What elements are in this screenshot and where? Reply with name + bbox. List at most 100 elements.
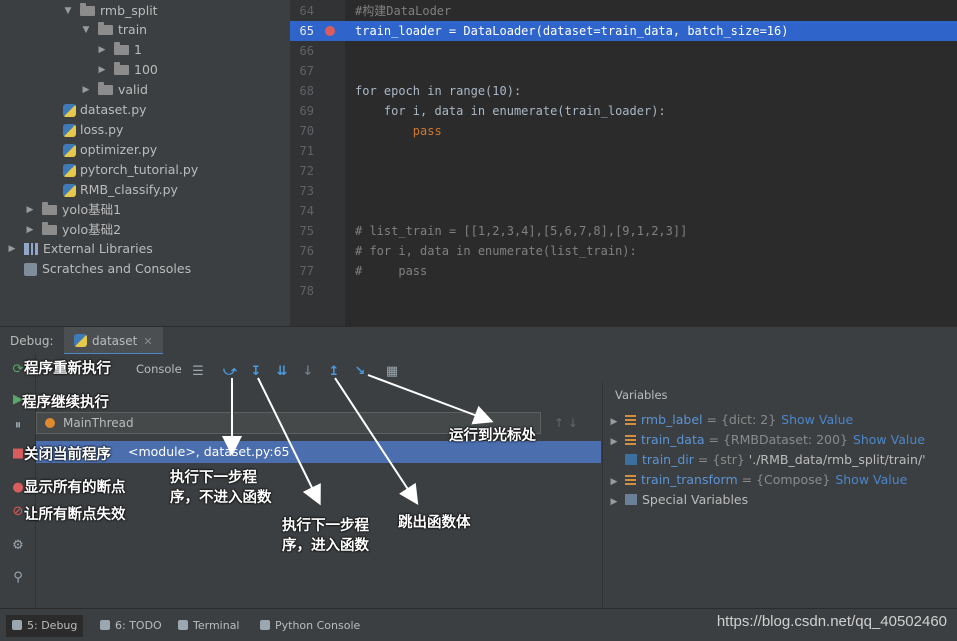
- chevron-right-icon[interactable]: ▶: [24, 220, 36, 240]
- tree-item-1[interactable]: ▶ 1: [96, 40, 142, 60]
- code-line[interactable]: 75 # list_train = [[1,2,3,4],[5,6,7,8],[…: [290, 221, 957, 241]
- tab-label: 6: TODO: [115, 619, 162, 632]
- tree-item-yolo1[interactable]: ▶ yolo基础1: [24, 200, 121, 220]
- tree-item-label: yolo基础1: [62, 202, 122, 217]
- tree-item-rmb-classify-py[interactable]: RMB_classify.py: [63, 180, 178, 200]
- chevron-right-icon[interactable]: ▶: [603, 492, 625, 512]
- tree-item-100[interactable]: ▶ 100: [96, 60, 158, 80]
- python-icon: [74, 334, 87, 347]
- line-number: 65: [299, 24, 314, 38]
- variable-value: = {RMBDataset: 200}: [708, 432, 848, 447]
- tab-terminal[interactable]: Terminal: [172, 615, 246, 637]
- code-line[interactable]: 69 for i, data in enumerate(train_loader…: [290, 101, 957, 121]
- settings-icon[interactable]: ⚙: [10, 538, 26, 554]
- tree-item-train[interactable]: ▼ train: [80, 20, 147, 40]
- tab-todo[interactable]: 6: TODO: [94, 615, 168, 637]
- variable-row[interactable]: train_dir = {str} './RMB_data/rmb_split/…: [603, 450, 926, 470]
- tab-debug[interactable]: 5: Debug: [6, 615, 84, 637]
- frame-navigation[interactable]: ↑ ↓: [554, 416, 578, 430]
- step-over-icon[interactable]: ↧: [248, 364, 264, 380]
- code-line[interactable]: 76 # for i, data in enumerate(list_train…: [290, 241, 957, 261]
- line-number: 69: [299, 104, 314, 118]
- code-line[interactable]: 77 # pass: [290, 261, 957, 281]
- show-value-link[interactable]: Show Value: [781, 412, 853, 427]
- chevron-right-icon[interactable]: ▶: [96, 60, 108, 80]
- tree-item-scratches[interactable]: Scratches and Consoles: [24, 259, 191, 279]
- tool-window-bar: 5: Debug 6: TODO Terminal Python Console…: [0, 608, 957, 641]
- tree-item-dataset-py[interactable]: dataset.py: [63, 100, 147, 120]
- chevron-right-icon[interactable]: ▶: [80, 80, 92, 100]
- debug-session-tab[interactable]: dataset ✕: [64, 327, 163, 355]
- tree-item-label: rmb_split: [100, 3, 158, 18]
- code-line[interactable]: 70 pass: [290, 121, 957, 141]
- tree-item-valid[interactable]: ▶ valid: [80, 80, 148, 100]
- show-execution-point-icon[interactable]: ⤻: [222, 364, 238, 380]
- tree-item-rmb-split[interactable]: ▼ rmb_split: [62, 1, 158, 21]
- tree-item-label: yolo基础2: [62, 222, 122, 237]
- code-line[interactable]: 74: [290, 201, 957, 221]
- folder-icon: [114, 42, 129, 55]
- chevron-right-icon[interactable]: ▶: [6, 239, 18, 259]
- pause-icon[interactable]: ⏸: [10, 418, 26, 434]
- run-to-cursor-icon[interactable]: ↘: [352, 364, 368, 380]
- tree-item-optimizer-py[interactable]: optimizer.py: [63, 140, 157, 160]
- evaluate-expression-icon[interactable]: ▦: [384, 364, 400, 380]
- variable-row[interactable]: ▶ Special Variables: [603, 490, 749, 512]
- variable-row[interactable]: ▶ train_transform = {Compose} Show Value: [603, 470, 908, 492]
- close-icon[interactable]: ✕: [143, 335, 152, 348]
- tab-label: Python Console: [275, 619, 361, 632]
- ide-window: ▼ rmb_split ▼ train ▶ 1 ▶ 100 ▶ valid dataset…: [0, 0, 957, 641]
- variable-string-value: './RMB_data/rmb_split/train/': [748, 452, 926, 467]
- chevron-right-icon[interactable]: ▶: [96, 40, 108, 60]
- code-line[interactable]: 68 for epoch in range(10):: [290, 81, 957, 101]
- chevron-right-icon[interactable]: ▶: [603, 412, 625, 432]
- breakpoint-icon[interactable]: [325, 26, 335, 36]
- force-step-into-icon[interactable]: ↓: [300, 364, 316, 380]
- code-line[interactable]: 66: [290, 41, 957, 61]
- code-line-current[interactable]: 65 train_loader = DataLoader(dataset=tra…: [290, 21, 957, 41]
- annotation-mute-breakpoints: 让所有断点失效: [24, 507, 126, 523]
- tree-item-pytorch-tutorial-py[interactable]: pytorch_tutorial.py: [63, 160, 198, 180]
- chevron-down-icon[interactable]: ▼: [80, 20, 92, 40]
- tree-item-loss-py[interactable]: loss.py: [63, 120, 123, 140]
- code-line[interactable]: 73: [290, 181, 957, 201]
- show-value-link[interactable]: Show Value: [853, 432, 925, 447]
- annotation-line: 序，不进入函数: [170, 490, 272, 506]
- tab-python-console[interactable]: Python Console: [254, 615, 366, 637]
- debug-panel: ⟳ ▶ ⏸ ■ ● ⊘ ⚙ ⚲ Console ☰ ⤻ ↧ ⇊ ↓ ↥ ↘ ▦ …: [0, 354, 957, 608]
- tree-item-yolo2[interactable]: ▶ yolo基础2: [24, 220, 121, 240]
- menu-icon[interactable]: ☰: [190, 364, 206, 380]
- tree-item-label: 100: [134, 62, 158, 77]
- python-file-icon: [63, 163, 76, 177]
- folder-icon: [42, 202, 57, 215]
- chevron-down-icon[interactable]: ▼: [62, 1, 74, 21]
- tab-console[interactable]: Console: [136, 362, 182, 376]
- variable-row[interactable]: ▶ rmb_label = {dict: 2} Show Value: [603, 410, 854, 432]
- code-line[interactable]: 72: [290, 161, 957, 181]
- show-value-link[interactable]: Show Value: [835, 472, 907, 487]
- code-text: for epoch in range(10):: [355, 84, 522, 98]
- tree-item-external-libraries[interactable]: ▶ External Libraries: [6, 239, 153, 259]
- annotation-step-into: 执行下一步程 序，进入函数: [282, 516, 369, 556]
- code-line[interactable]: 67: [290, 61, 957, 81]
- code-editor[interactable]: 64 #构建DataLoder 65 train_loader = DataLo…: [290, 0, 957, 326]
- tree-item-label: valid: [118, 82, 148, 97]
- code-line[interactable]: 78: [290, 281, 957, 301]
- step-out-icon[interactable]: ↥: [326, 364, 342, 380]
- line-number: 73: [299, 184, 314, 198]
- annotation-stop: 关闭当前程序: [24, 447, 111, 463]
- tree-item-label: RMB_classify.py: [80, 182, 178, 197]
- pin-icon[interactable]: ⚲: [10, 570, 26, 586]
- line-number: 67: [299, 64, 314, 78]
- code-line[interactable]: 71: [290, 141, 957, 161]
- variable-row[interactable]: ▶ train_data = {RMBDataset: 200} Show Valu…: [603, 430, 925, 450]
- chevron-right-icon[interactable]: ▶: [603, 432, 625, 452]
- line-number: 77: [299, 264, 314, 278]
- chevron-right-icon[interactable]: ▶: [24, 200, 36, 220]
- code-line[interactable]: 64 #构建DataLoder: [290, 1, 957, 21]
- tab-label: 5: Debug: [27, 619, 78, 632]
- chevron-right-icon[interactable]: ▶: [603, 472, 625, 492]
- annotation-step-over: 执行下一步程 序，不进入函数: [170, 468, 272, 508]
- step-into-my-code-icon[interactable]: ⇊: [274, 364, 290, 380]
- variable-value: = {str}: [697, 452, 745, 467]
